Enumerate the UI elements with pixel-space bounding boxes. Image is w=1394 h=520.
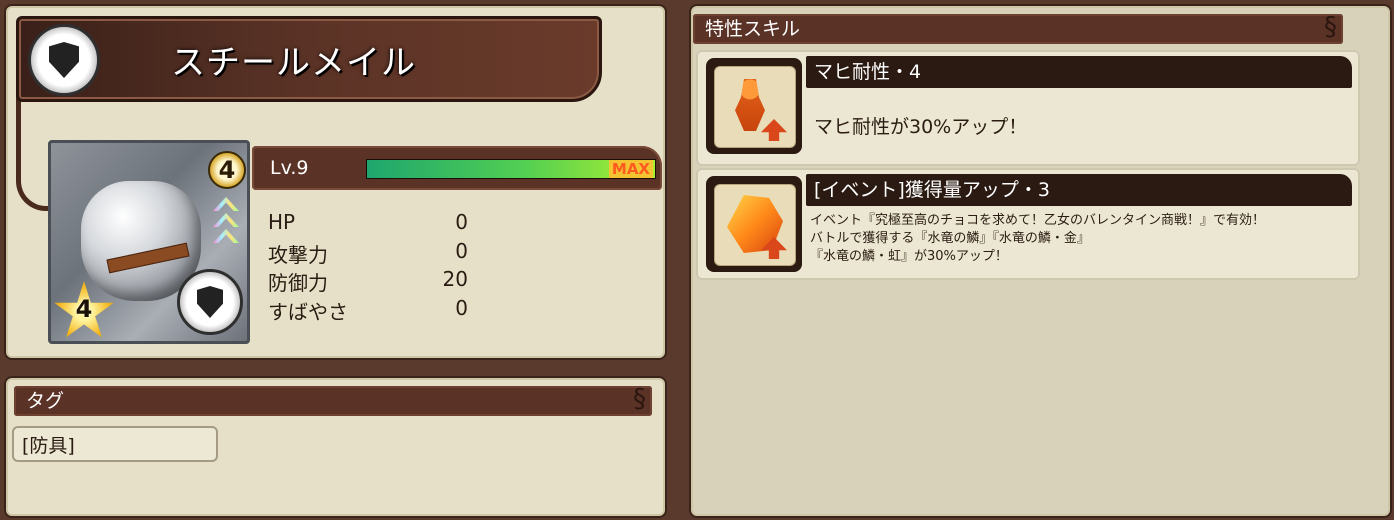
skill-title: マヒ耐性・4 bbox=[806, 56, 1352, 88]
stat-label: すばやさ bbox=[268, 299, 348, 324]
skills-header: 特性スキル § bbox=[693, 12, 1343, 44]
shield-icon bbox=[177, 269, 243, 335]
stat-label: 攻撃力 bbox=[268, 242, 328, 267]
skills-header-label: 特性スキル bbox=[705, 18, 801, 40]
title-banner: スチールメイル bbox=[16, 16, 602, 102]
skill-description-line: バトルで獲得する『水竜の鱗』『水竜の鱗・金』 bbox=[810, 231, 1090, 246]
paralysis-resist-icon bbox=[706, 58, 802, 154]
skill-description: イベント『究極至高のチョコを求めて！乙女のバレンタイン商戦！』で有効！ バトルで… bbox=[810, 212, 1265, 266]
stat-row-hp: HP 0 bbox=[268, 210, 468, 239]
gem-up-icon bbox=[706, 176, 802, 272]
stat-value: 0 bbox=[455, 210, 468, 234]
skill-description-line: イベント『究極至高のチョコを求めて！乙女のバレンタイン商戦！』で有効！ bbox=[810, 213, 1266, 228]
skill-title: [イベント]獲得量アップ・3 bbox=[806, 174, 1352, 206]
level-row: Lv.9 MAX bbox=[252, 146, 662, 190]
level-badge: 4 bbox=[208, 151, 246, 189]
stat-value: 0 bbox=[455, 295, 468, 320]
tag-item[interactable]: [防具] bbox=[12, 426, 218, 462]
ornament-icon: § bbox=[1324, 12, 1337, 42]
level-max-label: MAX bbox=[608, 160, 653, 178]
stat-value: 0 bbox=[455, 238, 468, 263]
stat-row-defense: 防御力 20 bbox=[268, 267, 468, 296]
frame-ornament bbox=[16, 96, 49, 211]
item-name: スチールメイル bbox=[171, 43, 416, 83]
tags-header-label: タグ bbox=[26, 390, 65, 412]
tags-header: タグ § bbox=[14, 384, 652, 416]
stat-value: 20 bbox=[442, 267, 468, 291]
skill-card[interactable]: マヒ耐性・4 マヒ耐性が30%アップ！ bbox=[696, 50, 1360, 166]
level-label: Lv.9 bbox=[270, 157, 309, 179]
item-card[interactable]: 4 4 bbox=[48, 140, 250, 344]
skill-card[interactable]: [イベント]獲得量アップ・3 イベント『究極至高のチョコを求めて！乙女のバレンタ… bbox=[696, 168, 1360, 280]
skill-description-line: 『水竜の鱗・虹』が30%アップ！ bbox=[810, 249, 1008, 264]
shield-icon bbox=[28, 24, 100, 96]
star-rank-number: 4 bbox=[75, 295, 93, 323]
tags-panel: タグ § [防具] bbox=[4, 376, 667, 518]
stat-label: 防御力 bbox=[268, 271, 328, 295]
stats-list: HP 0 攻撃力 0 防御力 20 すばやさ 0 bbox=[268, 210, 468, 324]
stat-row-speed: すばやさ 0 bbox=[268, 296, 468, 325]
stat-label: HP bbox=[268, 210, 296, 234]
stat-row-attack: 攻撃力 0 bbox=[268, 239, 468, 268]
skill-description: マヒ耐性が30%アップ！ bbox=[814, 116, 1028, 138]
level-progress-bar: MAX bbox=[366, 159, 656, 179]
rank-chevron-icon bbox=[211, 197, 241, 243]
item-detail-panel: スチールメイル 4 4 Lv.9 MAX HP 0 攻撃力 0 防御力 20 す… bbox=[4, 4, 667, 360]
ornament-icon: § bbox=[633, 384, 646, 414]
skills-panel: 特性スキル § マヒ耐性・4 マヒ耐性が30%アップ！ [イベント]獲得量アップ… bbox=[689, 4, 1392, 518]
